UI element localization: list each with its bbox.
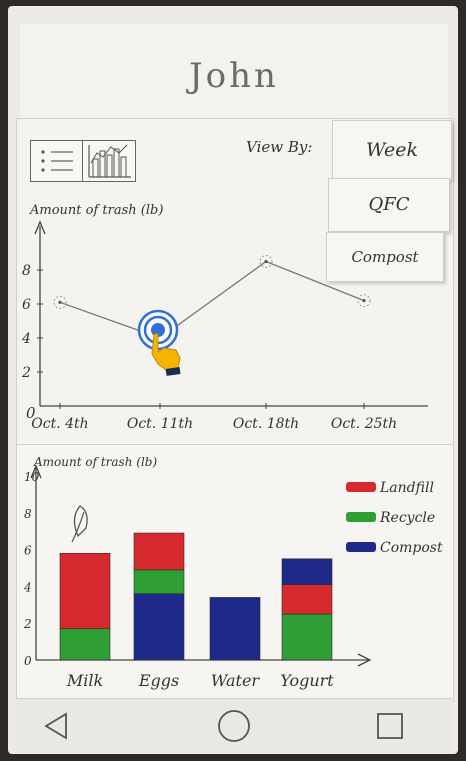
bar-chart-y-tick-label: 10 (24, 470, 40, 484)
bar-chart-y-tick-label: 6 (24, 544, 32, 558)
bar-segment-landfill[interactable] (133, 532, 185, 571)
bar-chart-y-tick-label: 8 (24, 507, 32, 521)
home-circle-icon[interactable] (218, 710, 250, 742)
legend-label-recycle: Recycle (379, 510, 435, 526)
bar-segment-recycle[interactable] (281, 613, 333, 661)
legend-swatch-landfill (346, 482, 376, 492)
bar-chart-y-tick-label: 2 (23, 617, 32, 631)
bar-chart-y-tick-label: 0 (24, 654, 32, 668)
stacked-bar-chart: Amount of trash (lb) 0 2 4 6 8 10 Milk Eggs Wat… (23, 455, 443, 690)
back-triangle-icon[interactable] (44, 712, 67, 740)
bar-segment-compost[interactable] (133, 593, 185, 661)
bar-segment-compost[interactable] (209, 597, 261, 661)
bar-chart-x-tick-label: Yogurt (280, 671, 334, 690)
legend-swatch-compost (346, 542, 376, 552)
bar-chart-y-axis-label: Amount of trash (lb) (33, 455, 157, 469)
bar-segment-recycle[interactable] (59, 628, 111, 661)
legend-label-compost: Compost (380, 540, 443, 556)
leaf-icon (71, 505, 88, 543)
bar-segment-recycle[interactable] (133, 569, 185, 595)
bar-chart-x-tick-label: Eggs (138, 671, 179, 690)
bar-segment-landfill[interactable] (59, 552, 111, 630)
bar-chart-x-tick-label: Milk (66, 671, 103, 690)
legend-label-landfill: Landfill (379, 480, 434, 496)
bar-chart-y-tick-label: 4 (23, 580, 32, 594)
bar-segment-landfill[interactable] (281, 584, 333, 615)
legend-swatch-recycle (346, 512, 376, 522)
phone-screen: John View By: Amount of trash (lb) 0 2 4… (8, 6, 458, 754)
bar-chart-x-tick-label: Water (211, 671, 260, 690)
bar-segment-compost[interactable] (281, 558, 333, 585)
recents-square-icon[interactable] (377, 713, 403, 739)
navigation-bar (16, 698, 452, 753)
